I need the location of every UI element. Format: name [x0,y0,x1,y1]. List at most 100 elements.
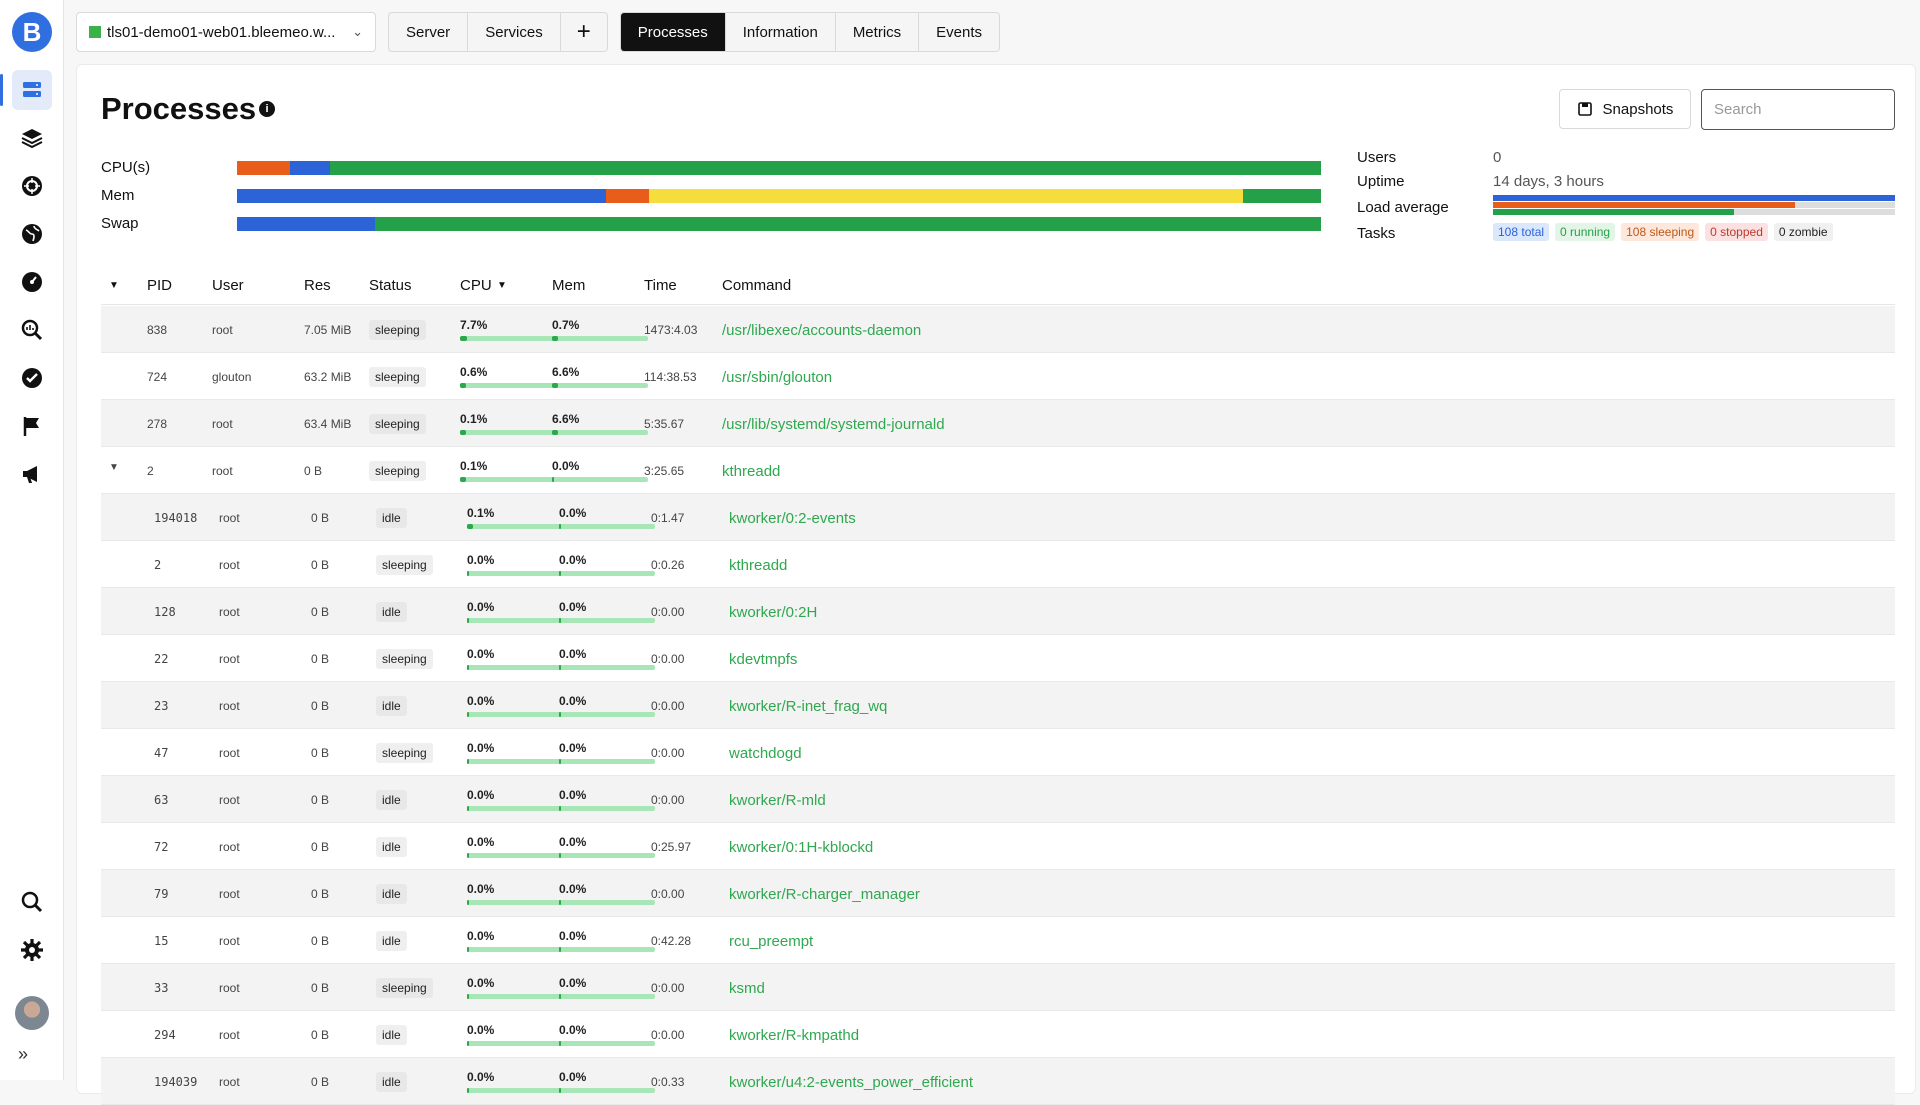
mem-bar [552,430,648,435]
snapshots-button[interactable]: Snapshots [1559,89,1691,129]
table-row[interactable]: 15 root 0 B idle 0.0% 0.0% 0:42.28 rcu_preempt [101,917,1895,964]
tab-processes[interactable]: Processes [620,13,726,51]
settings-gear-icon[interactable] [12,930,52,970]
table-row[interactable]: 838 root 7.05 MiB sleeping 7.7% 0.7% 1473:4.03… [101,306,1895,353]
dashboard-icon[interactable] [12,262,52,302]
server-select[interactable]: tls01-demo01-web01.bleemeo.w... ⌄ [76,12,376,52]
command-link[interactable]: kworker/0:2H [729,604,817,621]
status-badge: idle [376,1025,407,1045]
column-user[interactable]: User [212,277,244,294]
user-cell: root [219,981,240,995]
status-badge: idle [376,508,407,528]
table-row[interactable]: 23 root 0 B idle 0.0% 0.0% 0:0.00 kworker/R-ine… [101,682,1895,729]
column-time[interactable]: Time [644,277,677,294]
tab-services[interactable]: Services [468,13,561,51]
flag-icon[interactable] [12,406,52,446]
mem-bar-fill [559,947,561,952]
table-row[interactable]: 194018 root 0 B idle 0.1% 0.0% 0:1.47 kworker/0… [101,494,1895,541]
cpu-bar [467,853,563,858]
servers-icon[interactable] [0,70,52,110]
command-link[interactable]: kworker/0:1H-kblockd [729,839,873,856]
meter-segment [1493,195,1895,201]
time-cell: 0:0.00 [651,981,685,995]
mem-value: 0.0% [559,929,587,943]
meter-segment [290,161,331,175]
command-link[interactable]: kworker/R-kmpathd [729,1027,859,1044]
pid-cell: 23 [154,699,169,713]
tab-events[interactable]: Events [919,13,999,51]
search-input[interactable] [1701,89,1895,130]
collapse-row-icon[interactable]: ▼ [109,462,119,473]
meter-segment [648,189,1243,203]
expand-sidebar-icon[interactable]: » [18,1044,28,1065]
table-row[interactable]: 22 root 0 B sleeping 0.0% 0.0% 0:0.00 kdevtmpfs [101,635,1895,682]
column-pid[interactable]: PID [147,277,172,294]
bleemeo-logo[interactable]: B [12,12,52,52]
column-mem[interactable]: Mem [552,277,585,294]
column-res[interactable]: Res [304,277,331,294]
globe-icon[interactable] [12,214,52,254]
analytics-search-icon[interactable] [12,310,52,350]
column-cpu[interactable]: CPU [460,277,492,294]
command-link[interactable]: watchdogd [729,745,802,762]
table-row[interactable]: 63 root 0 B idle 0.0% 0.0% 0:0.00 kworker/R-mld [101,776,1895,823]
cpu-bar-fill [460,477,466,482]
command-link[interactable]: kworker/0:2-events [729,510,856,527]
check-circle-icon[interactable] [12,358,52,398]
command-link[interactable]: kthreadd [722,463,780,480]
time-cell: 0:0.26 [651,558,685,572]
swap-meter [237,217,1321,231]
tab-server[interactable]: Server [389,13,469,51]
cpu-cell: 0.1% [460,459,556,482]
user-avatar[interactable] [15,996,49,1030]
search-icon[interactable] [12,882,52,922]
command-link[interactable]: kdevtmpfs [729,651,797,668]
table-row[interactable]: 278 root 63.4 MiB sleeping 0.1% 6.6% 5:35.67/u… [101,400,1895,447]
collapse-all-icon[interactable]: ▼ [109,280,119,291]
table-row[interactable]: 33 root 0 B sleeping 0.0% 0.0% 0:0.00 ksmd [101,964,1895,1011]
megaphone-icon[interactable] [12,454,52,494]
tab-information[interactable]: Information [726,13,836,51]
cpu-cell: 0.6% [460,365,556,388]
command-link[interactable]: kworker/u4:2-events_power_efficient [729,1074,973,1091]
user-cell: glouton [212,370,252,384]
command-link[interactable]: /usr/lib/systemd/systemd-journald [722,416,945,433]
layers-icon[interactable] [12,118,52,158]
command-link[interactable]: ksmd [729,980,765,997]
tab-metrics[interactable]: Metrics [836,13,920,51]
command-link[interactable]: /usr/libexec/accounts-daemon [722,322,921,339]
add-tab-icon[interactable]: + [561,13,607,51]
table-row[interactable]: 72 root 0 B idle 0.0% 0.0% 0:25.97 kworker/0:1H… [101,823,1895,870]
cpu-value: 0.0% [467,694,495,708]
kubernetes-icon[interactable] [12,166,52,206]
command-link[interactable]: rcu_preempt [729,933,813,950]
res-cell: 63.4 MiB [304,417,352,431]
table-row[interactable]: ▼ 2 root 0 B sleeping 0.1% 0.0% 3:25.65 kthreadd [101,447,1895,494]
command-link[interactable]: /usr/sbin/glouton [722,369,832,386]
command-link[interactable]: kthreadd [729,557,787,574]
mem-bar-fill [559,900,561,905]
load-average-bar [1493,202,1895,208]
column-status[interactable]: Status [369,277,412,294]
table-row[interactable]: 47 root 0 B sleeping 0.0% 0.0% 0:0.00 watchdogd [101,729,1895,776]
table-row[interactable]: 79 root 0 B idle 0.0% 0.0% 0:0.00 kworker/R-cha… [101,870,1895,917]
table-row[interactable]: 294 root 0 B idle 0.0% 0.0% 0:0.00 kworker/R-km… [101,1011,1895,1058]
column-command[interactable]: Command [722,277,791,294]
command-link[interactable]: kworker/R-charger_manager [729,886,920,903]
info-icon[interactable]: i [259,101,275,117]
table-row[interactable]: 2 root 0 B sleeping 0.0% 0.0% 0:0.26 kthreadd [101,541,1895,588]
table-row[interactable]: 128 root 0 B idle 0.0% 0.0% 0:0.00 kworker/0:2H [101,588,1895,635]
command-link[interactable]: kworker/R-inet_frag_wq [729,698,887,715]
table-row[interactable]: 194039 root 0 B idle 0.0% 0.0% 0:0.33 kworker/u… [101,1058,1895,1105]
mem-cell: 0.0% [559,647,655,670]
command-link[interactable]: kworker/R-mld [729,792,826,809]
chevron-down-icon: ⌄ [352,24,363,39]
res-cell: 7.05 MiB [304,323,352,337]
mem-cell: 0.0% [559,1023,655,1046]
mem-bar-fill [552,477,554,482]
status-badge: idle [376,931,407,951]
view-tabs: Processes Information Metrics Events [619,12,1001,52]
cpu-bar [467,759,563,764]
mem-cell: 0.0% [559,788,655,811]
table-row[interactable]: 724 glouton 63.2 MiB sleeping 0.6% 6.6% 114:38… [101,353,1895,400]
